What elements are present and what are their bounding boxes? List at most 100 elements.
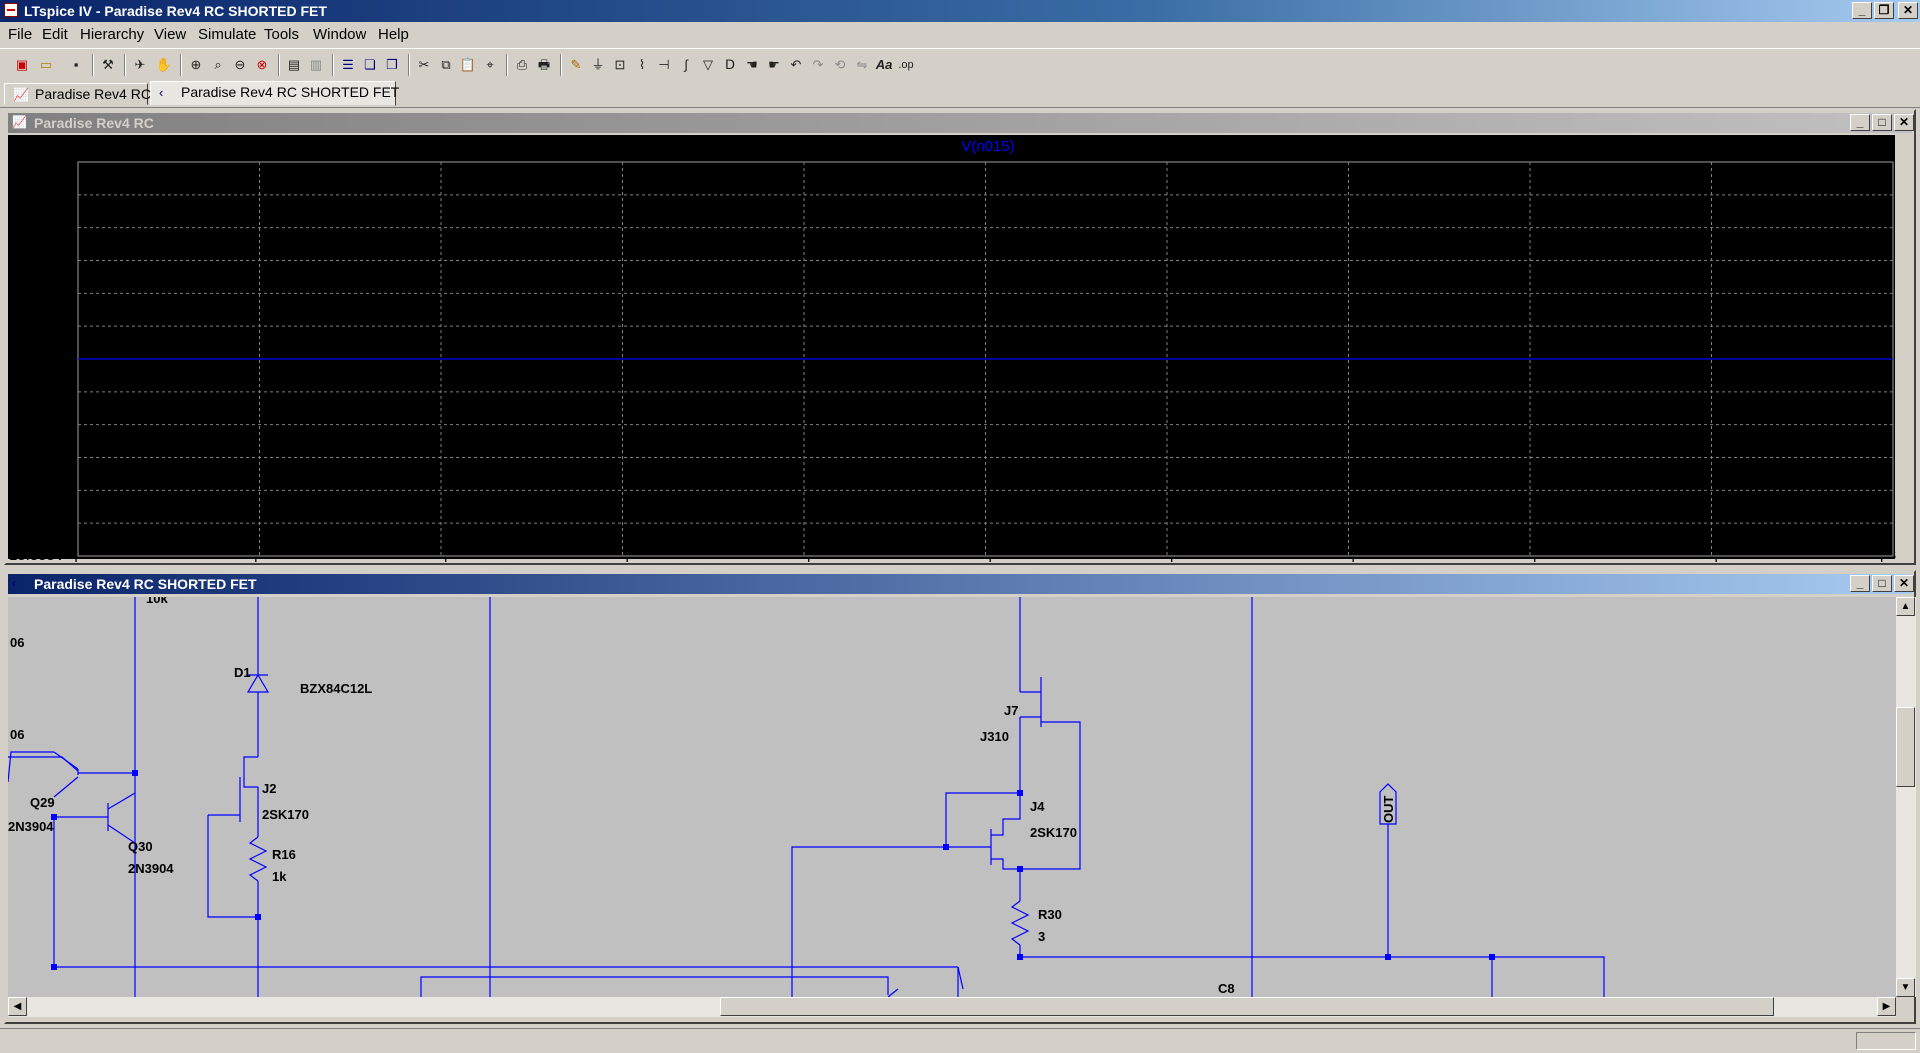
waveform-maximize-button[interactable]: □ [1872, 114, 1892, 131]
print-setup-icon[interactable]: ⎙ [512, 55, 532, 75]
q30-type-label[interactable]: 2N3904 [128, 861, 174, 876]
j7-label[interactable]: J7 [1004, 703, 1018, 718]
text-icon[interactable]: Aa [874, 55, 894, 75]
copy-icon[interactable]: ⧉ [436, 55, 456, 75]
scroll-left-button[interactable]: ◀ [8, 997, 27, 1016]
move-hand-icon[interactable]: ☚ [742, 55, 762, 75]
find-icon[interactable]: ⌖ [480, 55, 500, 75]
scroll-up-button[interactable]: ▲ [1896, 597, 1915, 616]
schematic-minimize-button[interactable]: _ [1850, 575, 1870, 592]
redo-icon[interactable]: ↷ [808, 55, 828, 75]
schematic-window-titlebar: ‹ Paradise Rev4 RC SHORTED FET _ □ ✕ [8, 574, 1914, 594]
tile-vertical-icon[interactable]: ❐ [382, 55, 402, 75]
halt-icon[interactable]: ✋ [154, 55, 174, 75]
minimize-button[interactable]: _ [1852, 2, 1872, 19]
waveform-plot[interactable]: V(n015) [8, 135, 1895, 559]
j4-label[interactable]: J4 [1030, 799, 1045, 814]
q29-type-label[interactable]: 2N3904 [8, 819, 54, 834]
vertical-scroll-thumb[interactable] [1896, 707, 1915, 787]
save-icon[interactable]: ▪ [66, 55, 86, 75]
waveform-minimize-button[interactable]: _ [1850, 114, 1870, 131]
status-panel [1856, 1032, 1916, 1050]
vertical-scrollbar[interactable]: ▲ ▼ [1896, 597, 1916, 997]
autorange-icon[interactable]: ▤ [284, 55, 304, 75]
r30-label[interactable]: R30 [1038, 907, 1062, 922]
component-icon[interactable]: ᗞ [720, 55, 740, 75]
wire-pencil-icon[interactable]: ✎ [566, 55, 586, 75]
toolbar-separator [278, 54, 280, 76]
label-net-icon[interactable]: ⊡ [610, 55, 630, 75]
drag-hand-icon[interactable]: ☛ [764, 55, 784, 75]
q30-label[interactable]: Q30 [128, 839, 153, 854]
resistor-icon[interactable]: ⌇ [632, 55, 652, 75]
horizontal-scrollbar[interactable]: ◀ ▶ [8, 997, 1896, 1017]
d1-value-label[interactable]: BZX84C12L [300, 681, 372, 696]
restore-button[interactable]: ❐ [1874, 2, 1894, 19]
run-icon[interactable]: ✈ [130, 55, 150, 75]
waveform-window-titlebar: 📈 Paradise Rev4 RC _ □ ✕ [8, 113, 1914, 133]
diode-icon[interactable]: ▽ [698, 55, 718, 75]
toolbar-separator [506, 54, 508, 76]
j4-type-label[interactable]: 2SK170 [1030, 825, 1077, 840]
window-title: LTspice IV - Paradise Rev4 RC SHORTED FE… [24, 3, 327, 19]
menu-help[interactable]: Help [378, 26, 409, 43]
zoom-out-icon[interactable]: ⊖ [230, 55, 250, 75]
tab-schematic[interactable]: ‹ Paradise Rev4 RC SHORTED FET [150, 81, 400, 106]
r16-value-label[interactable]: 1k [272, 869, 287, 884]
j2-type-label[interactable]: 2SK170 [262, 807, 309, 822]
frag-10k-label[interactable]: 10k [146, 597, 168, 606]
tab-label: Paradise Rev4 RC SHORTED FET [181, 84, 400, 100]
spice-directive-icon[interactable]: .op [896, 55, 916, 75]
menu-edit[interactable]: Edit [42, 26, 68, 43]
waveform-close-button[interactable]: ✕ [1894, 114, 1914, 131]
toolbar-separator [124, 54, 126, 76]
document-tabs: 📈 Paradise Rev4 RC ‹ Paradise Rev4 RC SH… [0, 81, 1920, 108]
delete-trace-icon[interactable]: ▥ [306, 55, 326, 75]
zoom-in-icon[interactable]: ⊕ [186, 55, 206, 75]
ground-icon[interactable]: ⏚ [588, 55, 608, 75]
horizontal-scroll-thumb[interactable] [720, 997, 1774, 1016]
j7-type-label[interactable]: J310 [980, 729, 1009, 744]
tab-waveform[interactable]: 📈 Paradise Rev4 RC [4, 83, 151, 105]
capacitor-icon[interactable]: ⊣ [654, 55, 674, 75]
j2-label[interactable]: J2 [262, 781, 276, 796]
cascade-icon[interactable]: ❏ [360, 55, 380, 75]
menu-tools[interactable]: Tools [264, 26, 299, 43]
zoom-fit-icon[interactable]: ⌕ [208, 55, 228, 75]
inductor-icon[interactable]: ∫ [676, 55, 696, 75]
rotate-icon[interactable]: ⟲ [830, 55, 850, 75]
menu-simulate[interactable]: Simulate [198, 26, 256, 43]
schematic-close-button[interactable]: ✕ [1894, 575, 1914, 592]
schematic-icon: ‹ [12, 576, 16, 590]
undo-icon[interactable]: ↶ [786, 55, 806, 75]
print-icon[interactable]: 🖶 [534, 55, 554, 75]
menu-bar: File Edit Hierarchy View Simulate Tools … [0, 22, 1920, 46]
r16-label[interactable]: R16 [272, 847, 296, 862]
c8-label[interactable]: C8 [1218, 981, 1235, 996]
menu-window[interactable]: Window [313, 26, 366, 43]
toolbar-separator [332, 54, 334, 76]
q29-label[interactable]: Q29 [30, 795, 55, 810]
cut-icon[interactable]: ✂ [414, 55, 434, 75]
new-schematic-icon[interactable]: ▣ [12, 55, 32, 75]
open-folder-icon[interactable]: ▭ [36, 55, 56, 75]
schematic-canvas[interactable]: 10k 06 06 D1 BZX84C12L Q29 2N3904 Q30 2N… [8, 597, 1896, 997]
scroll-down-button[interactable]: ▼ [1896, 978, 1915, 997]
out-net-label[interactable]: OUT [1381, 796, 1396, 824]
paste-icon[interactable]: 📋 [458, 55, 478, 75]
frag-06-label[interactable]: 06 [10, 727, 24, 742]
trace-label[interactable]: V(n015) [961, 138, 1014, 155]
tile-horizontal-icon[interactable]: ☰ [338, 55, 358, 75]
scroll-right-button[interactable]: ▶ [1877, 997, 1896, 1016]
zoom-cancel-icon[interactable]: ⊗ [252, 55, 272, 75]
menu-file[interactable]: File [8, 26, 32, 43]
frag-06-label[interactable]: 06 [10, 635, 24, 650]
close-button[interactable]: ✕ [1898, 2, 1918, 19]
menu-view[interactable]: View [154, 26, 186, 43]
menu-hierarchy[interactable]: Hierarchy [80, 26, 144, 43]
r30-value-label[interactable]: 3 [1038, 929, 1045, 944]
mirror-icon[interactable]: ⇋ [852, 55, 872, 75]
schematic-maximize-button[interactable]: □ [1872, 575, 1892, 592]
control-panel-icon[interactable]: ⚒ [98, 55, 118, 75]
d1-label[interactable]: D1 [234, 665, 251, 680]
